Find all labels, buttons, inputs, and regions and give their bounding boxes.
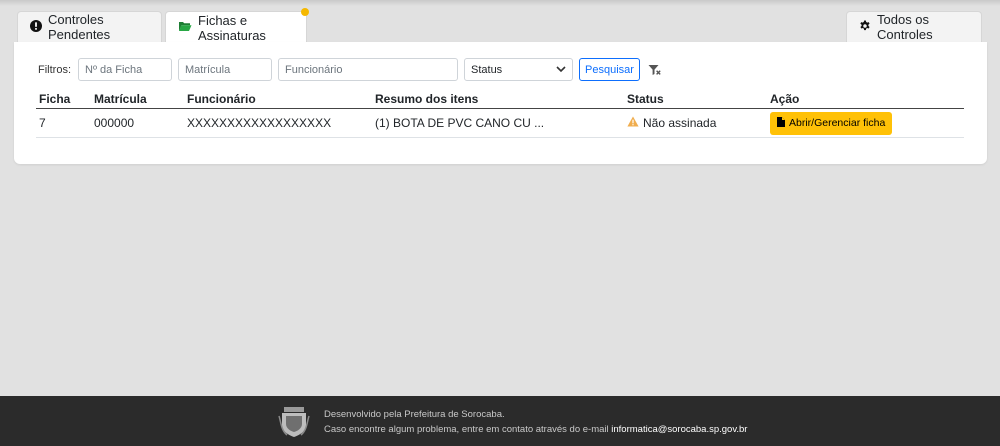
- warning-icon: [627, 116, 639, 130]
- top-shadow: [0, 0, 1000, 6]
- header-ficha: Ficha: [39, 92, 71, 106]
- tab-label: Controles Pendentes: [48, 12, 111, 42]
- header-status: Status: [627, 92, 664, 106]
- fichas-table: Ficha Matrícula Funcionário Resumo dos i…: [36, 89, 964, 138]
- status-text: Não assinada: [643, 116, 717, 130]
- status-select-value: Status: [471, 63, 503, 76]
- main-card: Filtros: Status Pesquisar Ficha Matrícul…: [14, 42, 987, 164]
- header-matricula: Matrícula: [94, 92, 147, 106]
- chevron-down-icon: [556, 64, 566, 76]
- cell-status: Não assinada: [627, 109, 716, 137]
- footer-email-link[interactable]: informatica@sorocaba.sp.gov.br: [611, 424, 747, 435]
- ficha-input[interactable]: [78, 58, 172, 81]
- tab-label: Fichas e Assinaturas: [198, 12, 266, 43]
- footer-line-2: Caso encontre algum problema, entre em c…: [324, 424, 747, 435]
- cell-matricula: 000000: [94, 116, 135, 130]
- filters-bar: Filtros: Status Pesquisar: [38, 58, 662, 81]
- header-acao: Ação: [770, 92, 800, 106]
- footer-contact-text: Caso encontre algum problema, entre em c…: [324, 424, 612, 435]
- folder-open-icon: [178, 20, 192, 35]
- tab-label: Todos os Controles: [877, 12, 933, 42]
- tab-controles-pendentes[interactable]: Controles Pendentes: [17, 11, 162, 42]
- table-row: 7 000000 XXXXXXXXXXXXXXXXXX (1) BOTA DE …: [36, 109, 964, 138]
- filters-label: Filtros:: [38, 63, 71, 76]
- cell-ficha: 7: [39, 116, 46, 130]
- tab-todos-controles[interactable]: Todos os Controles: [846, 11, 982, 42]
- footer-line-1: Desenvolvido pela Prefeitura de Sorocaba…: [324, 409, 505, 420]
- open-manage-ficha-button[interactable]: Abrir/Gerenciar ficha: [770, 111, 893, 135]
- cell-resumo: (1) BOTA DE PVC CANO CU ...: [375, 116, 545, 130]
- funcionario-input[interactable]: [278, 58, 458, 81]
- footer: Desenvolvido pela Prefeitura de Sorocaba…: [0, 396, 1000, 446]
- matricula-input[interactable]: [178, 58, 272, 81]
- exclamation-circle-icon: [30, 19, 42, 35]
- filter-clear-icon[interactable]: [648, 64, 662, 76]
- notification-dot: [301, 8, 309, 16]
- sorocaba-crest-icon: [277, 404, 311, 441]
- open-manage-label: Abrir/Gerenciar ficha: [789, 117, 886, 129]
- header-funcionario: Funcionário: [187, 92, 256, 106]
- status-select[interactable]: Status: [464, 58, 573, 81]
- file-icon: [777, 116, 785, 130]
- tab-fichas-assinaturas[interactable]: Fichas e Assinaturas: [165, 8, 309, 43]
- cell-funcionario: XXXXXXXXXXXXXXXXXX: [187, 116, 332, 130]
- cell-acao: Abrir/Gerenciar ficha: [770, 109, 893, 137]
- search-button[interactable]: Pesquisar: [579, 58, 640, 81]
- table-header: Ficha Matrícula Funcionário Resumo dos i…: [36, 89, 964, 109]
- header-resumo: Resumo dos itens: [375, 92, 479, 106]
- gear-icon: [859, 20, 871, 35]
